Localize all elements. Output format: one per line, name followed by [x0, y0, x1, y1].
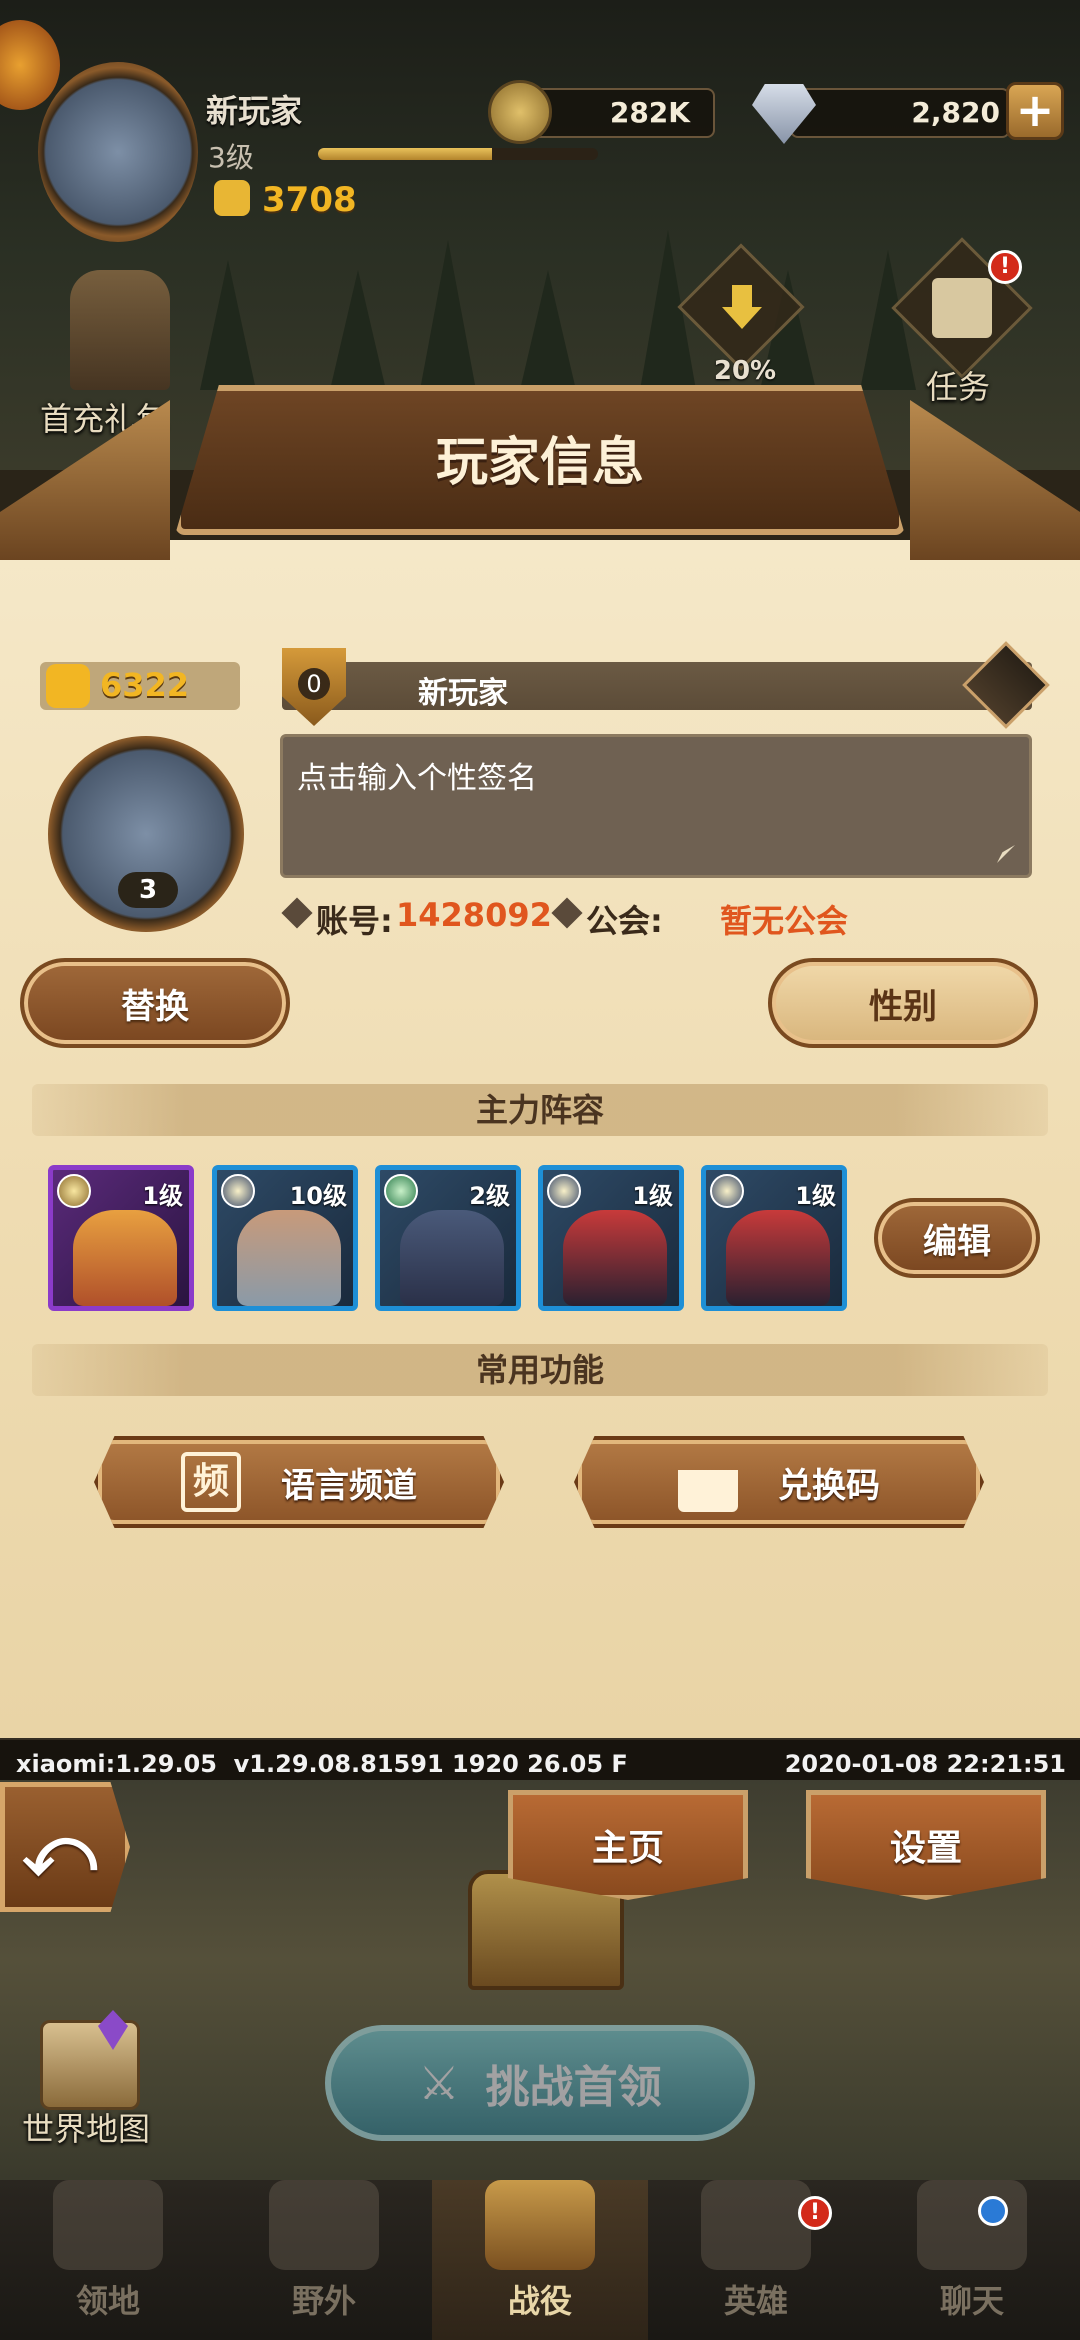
chat-dot-icon	[978, 2196, 1008, 2226]
back-arrow-icon: ⤺	[22, 1810, 97, 1892]
rank-number: 0	[298, 668, 330, 700]
heroes-alert-badge: !	[798, 2196, 832, 2230]
gold-coin-icon	[488, 80, 552, 144]
world-map-icon[interactable]	[40, 2020, 140, 2110]
signature-placeholder: 点击输入个性签名	[297, 761, 537, 796]
hero-level: 1级	[632, 1182, 673, 1210]
treasure-chest-icon[interactable]	[0, 20, 60, 110]
hero-portrait	[726, 1210, 830, 1306]
hero-portrait	[73, 1210, 177, 1306]
account-label: 账号:	[316, 902, 393, 940]
add-diamond-button[interactable]: +	[1006, 82, 1064, 140]
crossed-swords-icon: ⚔	[418, 2056, 460, 2110]
functions-section-title: 常用功能	[32, 1344, 1048, 1396]
hero-slot-4[interactable]: 1级	[538, 1165, 684, 1311]
player-level: 3级	[208, 141, 254, 174]
panel-fist-icon	[46, 664, 90, 708]
challenge-label: 挑战首领	[485, 2062, 662, 2113]
hero-faction-icon	[221, 1174, 255, 1208]
panel-title: 玩家信息	[435, 433, 644, 493]
avatar-level-badge: 3	[118, 872, 178, 908]
hero-level: 2级	[469, 1182, 510, 1210]
nav-campaign-label: 战役	[507, 2282, 572, 2320]
version-text: xiaomi:1.29.05 v1.29.08.81591 1920 26.05…	[16, 1750, 628, 1778]
campaign-sword-icon	[485, 2180, 595, 2270]
hero-slot-1[interactable]: 1级	[48, 1165, 194, 1311]
nav-heroes[interactable]: 英雄	[648, 2180, 864, 2340]
nav-territory[interactable]: 领地	[0, 2180, 216, 2340]
hero-faction-icon	[384, 1174, 418, 1208]
scroll-map-icon	[269, 2180, 379, 2270]
helmet-icon	[701, 2180, 811, 2270]
player-name: 新玩家	[206, 92, 303, 130]
language-channel-button[interactable]: 频 语言频道	[94, 1436, 504, 1528]
chat-bubble-icon	[917, 2180, 1027, 2270]
gold-amount: 282K	[609, 96, 690, 129]
gift-icon	[678, 1470, 738, 1512]
top-bar: 新玩家 3级 3708 282K 2,820 +	[0, 0, 1080, 242]
level-progress-fill	[318, 148, 492, 160]
player-avatar[interactable]	[38, 62, 198, 242]
signature-pen-icon	[997, 845, 1015, 863]
player-info-panel	[0, 540, 1080, 1740]
progress-percent: 20%	[713, 356, 777, 386]
task-label: 任务	[926, 368, 991, 406]
signature-box[interactable]: 点击输入个性签名	[280, 734, 1032, 878]
hero-level: 1级	[795, 1182, 836, 1210]
panel-power: 6322	[100, 666, 190, 704]
nav-heroes-label: 英雄	[723, 2282, 788, 2320]
settings-sign[interactable]: 设置	[806, 1790, 1046, 1900]
nav-territory-label: 领地	[75, 2282, 140, 2320]
task-alert-badge: !	[988, 250, 1022, 284]
home-sign[interactable]: 主页	[508, 1790, 748, 1900]
guild-value: 暂无公会	[720, 902, 849, 940]
hero-portrait	[563, 1210, 667, 1306]
scroll-icon	[932, 278, 992, 338]
world-map-label: 世界地图	[22, 2110, 151, 2148]
hero-faction-icon	[57, 1174, 91, 1208]
hero-slot-5[interactable]: 1级	[701, 1165, 847, 1311]
hero-faction-icon	[710, 1174, 744, 1208]
diamond-amount: 2,820	[911, 96, 1000, 129]
guild-label: 公会:	[586, 902, 663, 940]
name-bar	[282, 662, 1032, 710]
nav-chat-label: 聊天	[939, 2282, 1004, 2320]
gender-button[interactable]: 性别	[768, 958, 1038, 1048]
redeem-code-button[interactable]: 兑换码	[574, 1436, 984, 1528]
channel-icon: 频	[181, 1452, 241, 1512]
hero-portrait	[237, 1210, 341, 1306]
nav-chat[interactable]: 聊天	[864, 2180, 1080, 2340]
timestamp-text: 2020-01-08 22:21:51	[784, 1750, 1066, 1778]
castle-icon	[53, 2180, 163, 2270]
hero-portrait	[400, 1210, 504, 1306]
gift-knight-icon	[70, 270, 170, 390]
language-channel-label: 语言频道	[281, 1465, 417, 1506]
replace-avatar-button[interactable]: 替换	[20, 958, 290, 1048]
nav-wild[interactable]: 野外	[216, 2180, 432, 2340]
lineup-section-title: 主力阵容	[32, 1084, 1048, 1136]
hero-slot-2[interactable]: 10级	[212, 1165, 358, 1311]
hero-level: 1级	[142, 1182, 183, 1210]
account-id: 1428092	[396, 896, 552, 934]
nav-wild-label: 野外	[291, 2282, 356, 2320]
edit-lineup-button[interactable]: 编辑	[874, 1198, 1040, 1278]
player-power: 3708	[262, 180, 357, 220]
level-progress-bar	[318, 148, 598, 160]
panel-player-name: 新玩家	[418, 676, 508, 711]
hero-slot-3[interactable]: 2级	[375, 1165, 521, 1311]
nav-campaign[interactable]: 战役	[432, 2180, 648, 2340]
fist-icon	[214, 180, 250, 216]
hero-level: 10级	[289, 1182, 347, 1210]
redeem-code-label: 兑换码	[778, 1465, 880, 1506]
hero-faction-icon	[547, 1174, 581, 1208]
challenge-boss-button[interactable]: ⚔ 挑战首领	[325, 2025, 755, 2141]
